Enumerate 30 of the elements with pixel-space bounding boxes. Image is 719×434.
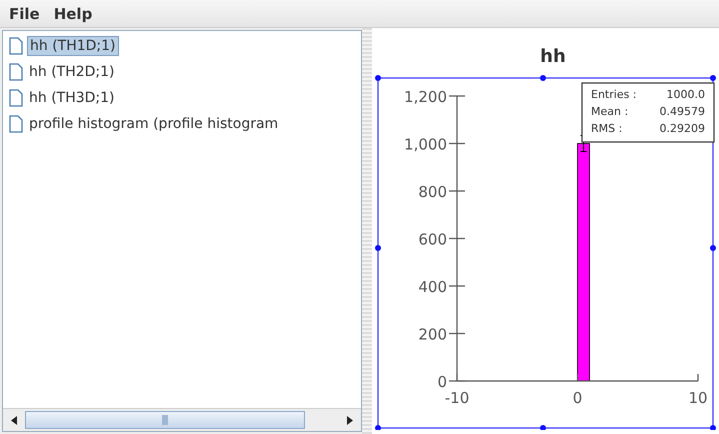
tree-item[interactable]: hh (TH2D;1) [27, 63, 117, 81]
x-tick-label: -10 [444, 389, 470, 407]
stat-label: Entries : [591, 88, 637, 101]
menu-item[interactable]: File [9, 4, 40, 22]
stat-value: 1000.0 [666, 88, 705, 101]
stat-label: RMS : [591, 122, 622, 135]
chart-title: hh [540, 46, 566, 67]
y-tick-label: 0 [437, 373, 447, 391]
menu-item[interactable]: Help [54, 4, 92, 22]
file-icon [9, 89, 23, 107]
stat-value: 0.29209 [660, 122, 705, 135]
stat-value: 0.49579 [660, 105, 705, 118]
y-tick-label: 400 [418, 278, 447, 296]
tree-item[interactable]: hh (TH1D;1) [27, 36, 119, 56]
file-icon [9, 63, 23, 81]
y-tick-label: 200 [418, 326, 447, 344]
y-tick-label: 800 [418, 183, 447, 201]
horizontal-scrollbar[interactable] [3, 408, 362, 431]
x-tick-label: 0 [572, 389, 582, 407]
file-icon [9, 115, 23, 133]
selection-frame[interactable] [375, 75, 716, 430]
scroll-thumb[interactable] [25, 411, 305, 429]
y-tick-label: 600 [418, 230, 447, 248]
x-tick-label: 10 [688, 389, 708, 407]
tree-item[interactable]: profile histogram (profile histogram [27, 115, 280, 133]
y-tick-label: 1,000 [404, 136, 447, 154]
tree-item[interactable]: hh (TH3D;1) [27, 89, 117, 107]
stat-label: Mean : [591, 105, 628, 118]
file-icon [9, 37, 23, 55]
y-tick-label: 1,200 [404, 88, 447, 106]
